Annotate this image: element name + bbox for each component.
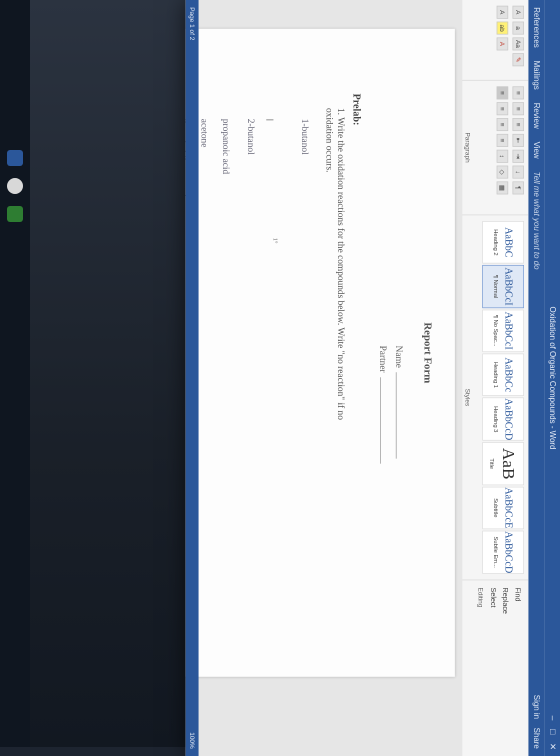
justify-icon[interactable]: ≡ — [496, 133, 509, 147]
highlight-icon[interactable]: ab — [496, 21, 509, 35]
compound-2: 2-butanol — [246, 118, 257, 155]
style-0[interactable]: AaBbC Heading 2 — [482, 221, 524, 264]
sign-in-link[interactable]: Sign in — [532, 695, 541, 719]
style-name: Heading 3 — [492, 406, 500, 433]
tell-me-box[interactable]: Tell me what you want to do — [532, 172, 541, 270]
align-center-icon[interactable]: ≡ — [496, 102, 509, 116]
style-7[interactable]: AaBbCcD Subtle Em... — [482, 530, 524, 574]
status-bar: Page 1 of 2 100% — [185, 0, 199, 756]
partner-label: Partner — [377, 345, 389, 373]
style-2[interactable]: AaBbCcI ¶ No Spac... — [482, 309, 524, 353]
editing-group-label: Editing — [477, 587, 485, 608]
document-area[interactable]: Report Form Name Partner Prelab: 1. Writ… — [185, 0, 463, 756]
tab-references[interactable]: References — [532, 7, 541, 48]
pilcrow-icon[interactable]: ¶ — [512, 181, 524, 195]
style-name: Heading 2 — [492, 229, 500, 256]
select-button[interactable]: Select — [489, 588, 497, 614]
word-window: Oxidation of Organic Compounds - Word – … — [185, 0, 560, 756]
style-4[interactable]: AaBbCcD Heading 3 — [482, 397, 524, 441]
paragraph-group: ≡ ≡ ≡ ⇤ ⇥ ↓ ¶ ≡ ≡ ≡ ≡ ↕ ◇ ▦ Paragraph — [462, 80, 529, 216]
align-left-icon[interactable]: ≡ — [496, 86, 509, 100]
shading-icon[interactable]: ◇ — [496, 165, 509, 179]
chrome-taskbar-icon[interactable] — [7, 178, 23, 194]
font-group: A a Aa ✎ A ab A — [462, 0, 529, 81]
style-name: Subtle Em... — [492, 536, 500, 568]
grow-font-icon[interactable]: A — [512, 5, 524, 19]
increase-indent-icon[interactable]: ⇥ — [512, 149, 524, 163]
editing-group: Find Replace Select Editing — [462, 580, 528, 621]
style-preview: AaBbCcI — [502, 267, 514, 306]
find-button[interactable]: Find — [513, 588, 521, 614]
tab-mailings[interactable]: Mailings — [532, 61, 541, 90]
multilevel-icon[interactable]: ≡ — [512, 118, 524, 132]
ribbon: A a Aa ✎ A ab A ≡ ≡ ≡ ⇤ ⇥ ↓ ¶ ≡ ≡ ≡ ≡ ↕ … — [461, 0, 529, 756]
style-name: ¶ Normal — [492, 274, 500, 299]
style-preview: AaBbCc — [502, 357, 514, 393]
style-preview: AaBbC — [502, 227, 514, 258]
replace-button[interactable]: Replace — [501, 588, 509, 614]
tab-view[interactable]: View — [532, 142, 541, 159]
compound-3: propanoic acid — [220, 118, 232, 175]
partner-field: Partner — [377, 346, 389, 464]
style-5[interactable]: AaB Title — [482, 442, 524, 486]
question-1: 1. Write the oxidation reactions for the… — [324, 108, 347, 454]
style-name: Subtitle — [492, 498, 500, 518]
document-page[interactable]: Report Form Name Partner Prelab: 1. Writ… — [185, 28, 455, 677]
line-spacing-icon[interactable]: ↕ — [496, 149, 509, 163]
minimize-icon[interactable]: – — [548, 716, 558, 721]
bullets-icon[interactable]: ≡ — [512, 86, 524, 100]
styles-group-label: Styles — [464, 388, 472, 407]
shrink-font-icon[interactable]: a — [512, 21, 524, 35]
maximize-icon[interactable]: □ — [548, 729, 558, 734]
styles-group: AaBbC Heading 2 AaBbCcI ¶ Normal AaBbCcI ¶ No… — [462, 215, 529, 581]
taskbar — [0, 0, 30, 747]
report-title: Report Form — [421, 322, 434, 384]
prelab-heading: Prelab: — [350, 93, 362, 126]
align-right-icon[interactable]: ≡ — [496, 118, 509, 132]
structure-bond — [266, 119, 274, 121]
style-name: ¶ No Spac... — [492, 314, 500, 347]
borders-icon[interactable]: ▦ — [496, 181, 509, 195]
style-preview: AaB — [498, 447, 518, 480]
style-name: Heading 1 — [492, 361, 500, 389]
style-preview: AaBbCcE — [502, 487, 514, 529]
compound-4: acetone — [199, 118, 211, 148]
font-color-icon[interactable]: A — [496, 37, 509, 51]
style-preview: AaBbCcI — [502, 311, 514, 350]
title-bar: Oxidation of Organic Compounds - Word – … — [544, 0, 560, 756]
zoom-level[interactable]: 100% — [188, 732, 195, 756]
compound-1: 1-butanol — [300, 118, 311, 155]
page-count: Page 1 of 2 — [188, 7, 196, 41]
paragraph-group-label: Paragraph — [464, 132, 472, 163]
share-button[interactable]: Share — [532, 728, 541, 749]
question-text: Write the oxidation reactions for the co… — [324, 108, 347, 420]
styles-gallery: AaBbC Heading 2 AaBbCcI ¶ Normal AaBbCcI ¶ No… — [482, 221, 524, 574]
clear-format-icon[interactable]: ✎ — [512, 53, 524, 67]
degree-label: 1° — [272, 237, 280, 244]
text-effects-icon[interactable]: A — [496, 5, 509, 19]
decrease-indent-icon[interactable]: ⇤ — [512, 133, 524, 147]
question-number: 1. — [336, 108, 347, 116]
word-taskbar-icon[interactable] — [7, 150, 23, 166]
style-3[interactable]: AaBbCc Heading 1 — [482, 353, 524, 397]
sort-icon[interactable]: ↓ — [512, 165, 524, 179]
menu-bar: References Mailings Review View Tell me … — [528, 0, 545, 756]
tab-review[interactable]: Review — [532, 103, 541, 129]
change-case-icon[interactable]: Aa — [512, 37, 524, 51]
style-preview: AaBbCcD — [502, 531, 514, 574]
style-preview: AaBbCcD — [502, 398, 514, 441]
style-1[interactable]: AaBbCcI ¶ Normal — [482, 265, 524, 308]
window-title: Oxidation of Organic Compounds - Word — [547, 306, 557, 450]
style-name: Title — [488, 458, 496, 470]
app-taskbar-icon[interactable] — [7, 206, 23, 222]
name-field: Name — [393, 345, 405, 459]
name-label: Name — [393, 345, 405, 368]
style-6[interactable]: AaBbCcE Subtitle — [482, 486, 524, 530]
numbering-icon[interactable]: ≡ — [512, 102, 524, 116]
